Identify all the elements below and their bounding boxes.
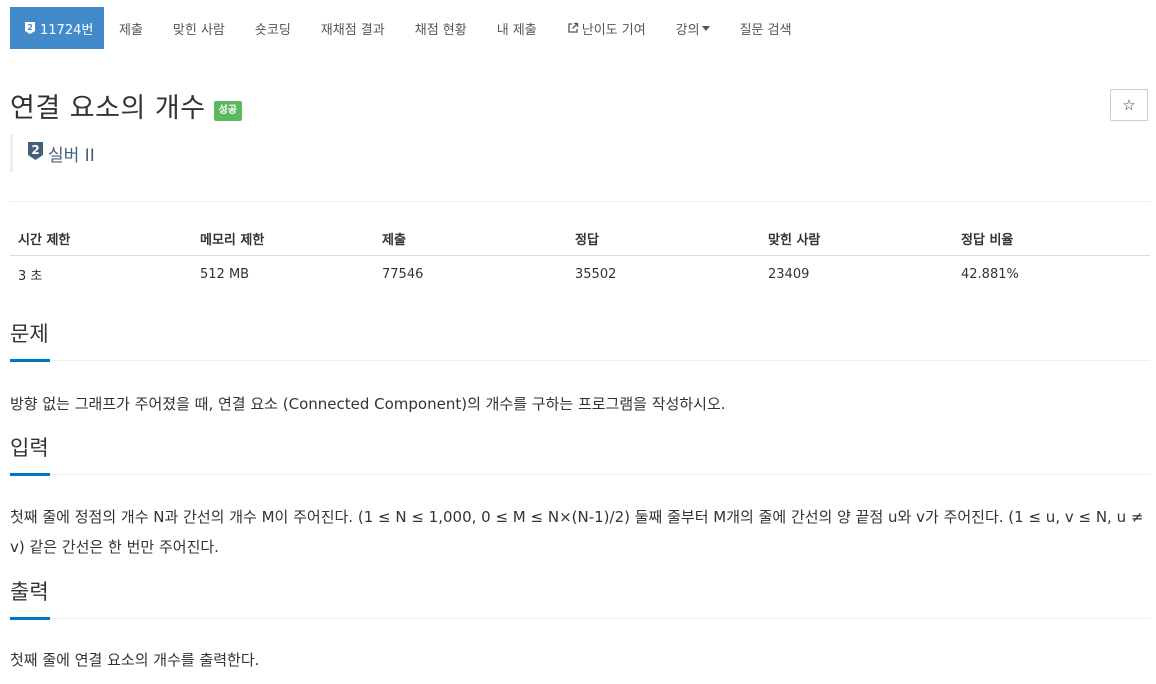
input-text: 첫째 줄에 정점의 개수 N과 간선의 개수 M이 주어진다. (1 ≤ N ≤… [10, 508, 1144, 556]
header-accept-rate: 정답 비율 [953, 221, 1150, 256]
lecture-label: 강의 [675, 22, 700, 38]
section-description: 문제 방향 없는 그래프가 주어졌을 때, 연결 요소 (Connected C… [10, 322, 1150, 419]
problem-nav: 2 11724번 제출 맞힌 사람 숏코딩 재채점 결과 채점 현황 내 제출 … [10, 7, 807, 49]
accepted-value: 35502 [575, 266, 617, 282]
svg-text:2: 2 [31, 143, 39, 157]
silver-tier-icon: 2 [24, 21, 36, 35]
accept-rate-value: 42.881% [961, 266, 1019, 282]
divider [10, 201, 1150, 202]
section-title: 문제 [10, 322, 49, 346]
tab-difficulty-contribute[interactable]: 난이도 기여 [552, 7, 661, 49]
time-limit-value: 3 초 [18, 268, 43, 284]
tier-box: 2 실버 II [10, 134, 95, 172]
tab-my-submissions[interactable]: 내 제출 [482, 7, 552, 49]
tab-problem[interactable]: 2 11724번 [10, 7, 104, 49]
header-accepted: 정답 [567, 221, 760, 256]
tab-lecture-dropdown[interactable]: 강의 [661, 7, 725, 49]
section-title: 입력 [10, 436, 49, 460]
section-header: 문제 [10, 322, 1150, 362]
star-icon: ☆ [1122, 96, 1136, 114]
external-link-icon [567, 22, 579, 34]
header-memory-limit: 메모리 제한 [192, 221, 374, 256]
section-underline [10, 473, 50, 476]
header-submissions: 제출 [374, 221, 567, 256]
section-underline [10, 617, 50, 620]
caret-down-icon [701, 25, 710, 31]
section-header: 입력 [10, 436, 1150, 476]
tier-label: 실버 II [48, 145, 95, 166]
memory-limit-value: 512 MB [200, 266, 250, 282]
solved-users-value: 23409 [768, 266, 810, 282]
tab-question-search[interactable]: 질문 검색 [725, 7, 807, 49]
star-button[interactable]: ☆ [1110, 89, 1148, 121]
section-input: 입력 첫째 줄에 정점의 개수 N과 간선의 개수 M이 주어진다. (1 ≤ … [10, 436, 1150, 562]
table-row: 3 초 512 MB 77546 35502 23409 42.881% [10, 256, 1150, 293]
problem-title-row: 연결 요소의 개수 성공 [10, 86, 242, 125]
svg-text:2: 2 [27, 23, 33, 32]
problem-number-label: 11724번 [40, 22, 94, 38]
section-underline [10, 359, 50, 362]
status-badge: 성공 [213, 100, 242, 121]
section-header: 출력 [10, 580, 1150, 620]
section-title: 출력 [10, 580, 49, 604]
silver-tier-icon: 2 [27, 141, 44, 165]
section-output: 출력 첫째 줄에 연결 요소의 개수를 출력한다. [10, 580, 1150, 675]
tab-solved-users[interactable]: 맞힌 사람 [158, 7, 240, 49]
tab-judge-status[interactable]: 채점 현황 [400, 7, 482, 49]
problem-title: 연결 요소의 개수 [10, 93, 206, 124]
tab-submit[interactable]: 제출 [104, 7, 158, 49]
difficulty-contribute-label: 난이도 기여 [581, 22, 646, 38]
header-time-limit: 시간 제한 [10, 221, 192, 256]
tab-rejudge-results[interactable]: 재채점 결과 [306, 7, 400, 49]
problem-info-table: 시간 제한 메모리 제한 제출 정답 맞힌 사람 정답 비율 3 초 512 M… [10, 221, 1150, 292]
output-text: 첫째 줄에 연결 요소의 개수를 출력한다. [10, 651, 260, 669]
description-text: 방향 없는 그래프가 주어졌을 때, 연결 요소 (Connected Comp… [10, 395, 726, 413]
tab-short-coding[interactable]: 숏코딩 [240, 7, 306, 49]
header-solved-users: 맞힌 사람 [760, 221, 953, 256]
table-header-row: 시간 제한 메모리 제한 제출 정답 맞힌 사람 정답 비율 [10, 221, 1150, 256]
submissions-value: 77546 [382, 266, 424, 282]
